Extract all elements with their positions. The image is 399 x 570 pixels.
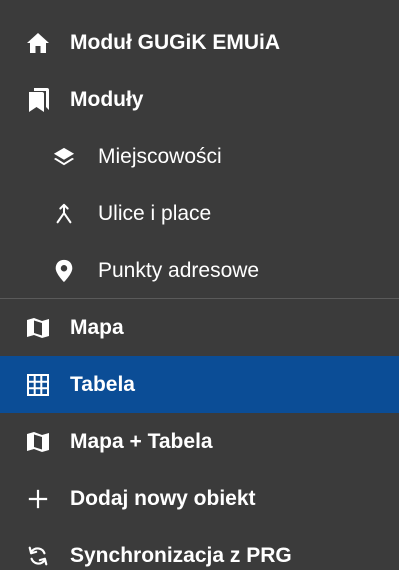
sidebar-item-sync[interactable]: Synchronizacja z PRG (0, 527, 399, 570)
road-merge-icon (52, 202, 76, 226)
map-icon (26, 430, 50, 454)
sidebar-item-address-points[interactable]: Punkty adresowe (0, 242, 399, 299)
sidebar-item-label: Tabela (70, 372, 135, 396)
sidebar-item-table[interactable]: Tabela (0, 356, 399, 413)
sidebar-item-streets[interactable]: Ulice i place (0, 185, 399, 242)
sidebar-item-label: Moduły (70, 87, 144, 111)
sidebar-item-home[interactable]: Moduł GUGiK EMUiA (0, 14, 399, 71)
sidebar-item-map[interactable]: Mapa (0, 299, 399, 356)
sidebar-item-label: Ulice i place (98, 201, 212, 225)
table-icon (26, 373, 50, 397)
sync-icon (26, 544, 50, 568)
sidebar-item-label: Dodaj nowy obiekt (70, 486, 256, 510)
sidebar-item-add-object[interactable]: Dodaj nowy obiekt (0, 470, 399, 527)
home-icon (26, 31, 50, 55)
layers-icon (52, 145, 76, 169)
sidebar-item-label: Mapa + Tabela (70, 429, 213, 453)
sidebar-item-label: Moduł GUGiK EMUiA (70, 30, 280, 54)
map-icon (26, 316, 50, 340)
sidebar-item-modules[interactable]: Moduły (0, 71, 399, 128)
sidebar-item-label: Synchronizacja z PRG (70, 543, 292, 567)
sidebar-item-localities[interactable]: Miejscowości (0, 128, 399, 185)
map-marker-icon (52, 259, 76, 283)
sidebar-item-label: Punkty adresowe (98, 258, 260, 282)
sidebar-item-map-table[interactable]: Mapa + Tabela (0, 413, 399, 470)
sidebar-item-label: Miejscowości (98, 144, 222, 168)
bookmark-icon (26, 87, 50, 112)
sidebar-item-label: Mapa (70, 315, 124, 339)
plus-icon (26, 487, 50, 511)
sidebar-menu: Moduł GUGiK EMUiA Moduły Miejscowości Ul… (0, 0, 399, 570)
